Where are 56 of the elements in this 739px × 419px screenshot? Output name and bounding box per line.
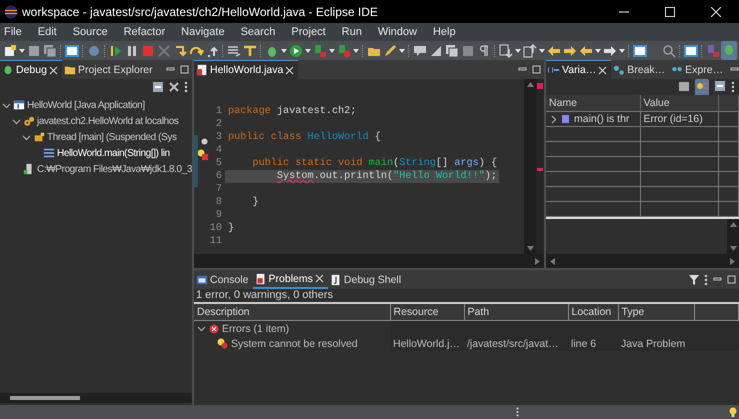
line-number: 6 — [214, 170, 223, 183]
editor-tab[interactable]: HelloWorld.java — [194, 60, 298, 79]
code-line: } — [227, 222, 236, 235]
line-number: 1 — [214, 105, 223, 118]
line-number: 9 — [214, 209, 223, 222]
code-line: } — [251, 196, 260, 209]
menu-item[interactable]: File — [0, 26, 28, 38]
table-cell: Java Problem — [621, 338, 686, 350]
code-line: public class HelloWorld { — [227, 131, 382, 144]
column-header[interactable]: Resource — [390, 303, 464, 320]
window-title: workspace - javatest/src/javatest/ch2/HelloWorld.java - Eclipse IDE — [22, 4, 379, 18]
column-header[interactable]: Name — [546, 95, 640, 112]
tree-item[interactable]: javatest.ch2.HelloWorld at localhos — [37, 116, 178, 126]
tab[interactable]: Debug — [0, 60, 62, 79]
menu-item[interactable]: Source — [68, 26, 114, 38]
menu-item[interactable]: Edit — [34, 26, 63, 38]
line-number: 8 — [214, 196, 223, 209]
tab[interactable]: Expre… — [669, 60, 728, 79]
line-number: 4 — [214, 144, 223, 157]
tab[interactable]: Varia… — [546, 60, 612, 79]
tree-item[interactable]: HelloWorld.main(String[]) lin — [57, 148, 170, 158]
menu-item[interactable]: Refactor — [120, 26, 172, 38]
line-number: 11 — [208, 235, 223, 248]
code-line: public static void main(String[] args) { — [251, 157, 498, 170]
column-header[interactable]: Value — [640, 95, 718, 112]
line-number: 2 — [214, 118, 223, 131]
code-line: package javatest.ch2; — [227, 105, 358, 118]
tree-item[interactable]: HelloWorld [Java Application] — [27, 100, 145, 110]
tree-item[interactable]: C:₩Program Files₩Java₩jdk1.8.0_3 — [37, 164, 192, 174]
menu-item[interactable]: Navigate — [177, 26, 231, 38]
line-number: 5 — [214, 157, 223, 170]
menu-item[interactable]: Window — [374, 26, 423, 38]
table-cell: Error (id=16) — [644, 113, 703, 125]
tab[interactable]: Console — [194, 270, 253, 289]
tab[interactable]: Break… — [611, 60, 670, 79]
column-header[interactable]: Location — [568, 303, 618, 320]
line-number: 7 — [214, 183, 223, 196]
menu-item[interactable]: Help — [428, 26, 462, 38]
problems-summary: 1 error, 0 warnings, 0 others — [195, 289, 334, 302]
column-header[interactable]: Description — [194, 303, 390, 320]
tree-item[interactable]: Thread [main] (Suspended (Sys — [47, 132, 177, 142]
table-cell: line 6 — [571, 338, 596, 350]
group-label[interactable]: Errors (1 item) — [222, 322, 290, 334]
menu-item[interactable]: Search — [236, 26, 282, 38]
tab[interactable]: Project Explorer — [62, 60, 157, 79]
column-header[interactable]: Path — [464, 303, 568, 320]
table-cell: /javatest/src/javat… — [467, 338, 559, 350]
menu-item[interactable]: Run — [338, 26, 368, 38]
table-cell: main() is thr — [574, 113, 630, 125]
tab[interactable]: Debug Shell — [328, 270, 406, 289]
line-number: 10 — [208, 222, 223, 235]
line-number: 3 — [214, 131, 223, 144]
column-header[interactable]: Type — [618, 303, 694, 320]
menu-item[interactable]: Project — [287, 26, 332, 38]
table-cell: HelloWorld.j… — [393, 338, 460, 350]
table-cell[interactable]: System cannot be resolved — [231, 338, 358, 350]
